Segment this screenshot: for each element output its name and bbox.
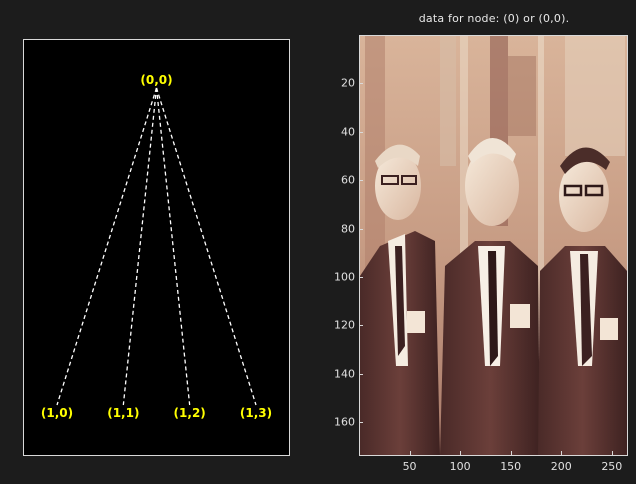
y-tick-mark — [359, 83, 363, 85]
y-tick-label: 160 — [334, 415, 355, 429]
image-title: data for node: (0) or (0,0). — [418, 12, 570, 25]
tree-edge-1 — [122, 87, 158, 406]
y-tick-mark — [359, 276, 363, 278]
tree-node-2[interactable]: (1,2) — [174, 406, 206, 420]
x-tick-label: 250 — [601, 460, 623, 473]
y-tick-label: 40 — [341, 125, 355, 139]
y-tick-label: 140 — [334, 367, 355, 381]
x-tick-mark — [460, 451, 462, 455]
x-tick-mark — [510, 451, 512, 455]
tree-node-1[interactable]: (1,1) — [107, 406, 139, 420]
y-tick-mark — [359, 325, 363, 327]
image-axes[interactable] — [359, 35, 628, 456]
tree-edge-0 — [56, 87, 158, 406]
tree-node-3[interactable]: (1,3) — [240, 406, 272, 420]
x-tick-label: 100 — [449, 460, 471, 473]
y-tick-label: 100 — [334, 270, 355, 284]
x-tick-mark — [561, 451, 563, 455]
y-tick-label: 80 — [341, 222, 355, 236]
tree-nodes: (0,0) (1,0) (1,1) (1,2) (1,3) — [41, 73, 272, 420]
y-tick-label: 120 — [334, 318, 355, 332]
tree-plot: (0,0) (1,0) (1,1) (1,2) (1,3) — [41, 73, 272, 420]
x-tick-mark — [611, 451, 613, 455]
x-tick-mark — [409, 451, 411, 455]
figure-window: (0,0) (1,0) (1,1) (1,2) (1,3) data for node:… — [0, 0, 636, 484]
node-data-image — [360, 36, 627, 455]
tree-axes[interactable]: (0,0) (1,0) (1,1) (1,2) (1,3) — [23, 39, 290, 456]
y-tick-mark — [359, 131, 363, 133]
x-tick-label: 200 — [550, 460, 572, 473]
tree-edge-3 — [155, 87, 257, 406]
tree-edge-2 — [155, 87, 191, 406]
y-tick-label: 60 — [341, 173, 355, 187]
y-tick-mark — [359, 373, 363, 375]
tree-node-0[interactable]: (1,0) — [41, 406, 73, 420]
y-tick-mark — [359, 422, 363, 424]
y-tick-mark — [359, 228, 363, 230]
x-tick-label: 50 — [402, 460, 417, 473]
tree-node-root[interactable]: (0,0) — [140, 73, 172, 87]
x-tick-label: 150 — [500, 460, 522, 473]
y-tick-mark — [359, 180, 363, 182]
tree-edges — [56, 87, 257, 406]
y-tick-label: 20 — [341, 76, 355, 90]
